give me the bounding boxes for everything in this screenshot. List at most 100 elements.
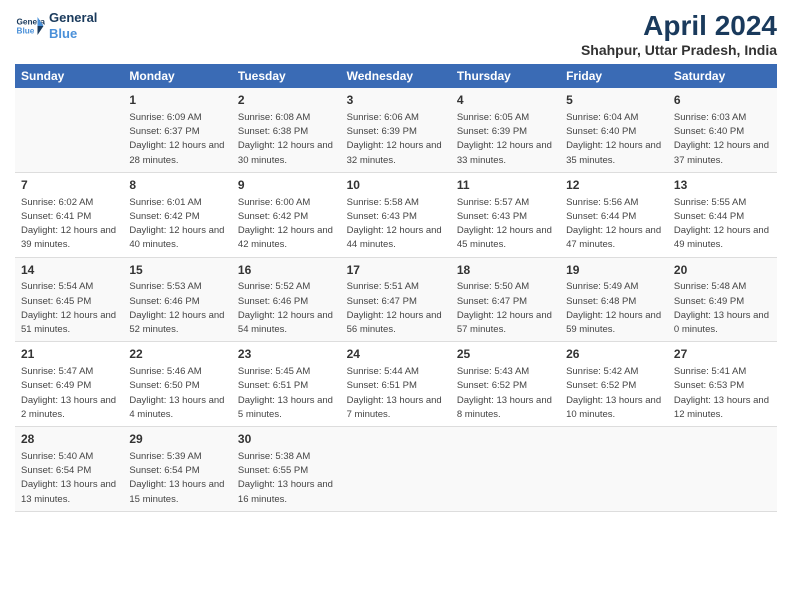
day-number: 19: [566, 262, 662, 279]
day-number: 22: [129, 346, 226, 363]
day-detail: Sunrise: 5:49 AMSunset: 6:48 PMDaylight:…: [566, 281, 661, 335]
day-cell: 6 Sunrise: 6:03 AMSunset: 6:40 PMDayligh…: [668, 88, 777, 172]
day-detail: Sunrise: 5:45 AMSunset: 6:51 PMDaylight:…: [238, 366, 333, 420]
header: General Blue General Blue April 2024 Sha…: [15, 10, 777, 58]
day-cell: 21 Sunrise: 5:47 AMSunset: 6:49 PMDaylig…: [15, 342, 123, 427]
day-detail: Sunrise: 5:39 AMSunset: 6:54 PMDaylight:…: [129, 451, 224, 505]
day-cell: 2 Sunrise: 6:08 AMSunset: 6:38 PMDayligh…: [232, 88, 341, 172]
day-detail: Sunrise: 5:58 AMSunset: 6:43 PMDaylight:…: [347, 197, 442, 251]
col-header-monday: Monday: [123, 64, 232, 88]
day-cell: 18 Sunrise: 5:50 AMSunset: 6:47 PMDaylig…: [451, 257, 560, 342]
day-cell: 13 Sunrise: 5:55 AMSunset: 6:44 PMDaylig…: [668, 172, 777, 257]
day-cell: 30 Sunrise: 5:38 AMSunset: 6:55 PMDaylig…: [232, 427, 341, 512]
day-detail: Sunrise: 5:53 AMSunset: 6:46 PMDaylight:…: [129, 281, 224, 335]
day-detail: Sunrise: 6:08 AMSunset: 6:38 PMDaylight:…: [238, 112, 333, 166]
day-cell: 25 Sunrise: 5:43 AMSunset: 6:52 PMDaylig…: [451, 342, 560, 427]
day-cell: 8 Sunrise: 6:01 AMSunset: 6:42 PMDayligh…: [123, 172, 232, 257]
col-header-friday: Friday: [560, 64, 668, 88]
day-number: 4: [457, 92, 554, 109]
day-number: 29: [129, 431, 226, 448]
day-cell: 28 Sunrise: 5:40 AMSunset: 6:54 PMDaylig…: [15, 427, 123, 512]
day-cell: 24 Sunrise: 5:44 AMSunset: 6:51 PMDaylig…: [341, 342, 451, 427]
day-detail: Sunrise: 5:50 AMSunset: 6:47 PMDaylight:…: [457, 281, 552, 335]
day-number: 13: [674, 177, 771, 194]
day-cell: [560, 427, 668, 512]
day-detail: Sunrise: 5:48 AMSunset: 6:49 PMDaylight:…: [674, 281, 769, 335]
week-row-0: 1 Sunrise: 6:09 AMSunset: 6:37 PMDayligh…: [15, 88, 777, 172]
day-cell: 27 Sunrise: 5:41 AMSunset: 6:53 PMDaylig…: [668, 342, 777, 427]
day-cell: 26 Sunrise: 5:42 AMSunset: 6:52 PMDaylig…: [560, 342, 668, 427]
day-cell: 1 Sunrise: 6:09 AMSunset: 6:37 PMDayligh…: [123, 88, 232, 172]
day-detail: Sunrise: 5:57 AMSunset: 6:43 PMDaylight:…: [457, 197, 552, 251]
week-row-3: 21 Sunrise: 5:47 AMSunset: 6:49 PMDaylig…: [15, 342, 777, 427]
day-cell: 5 Sunrise: 6:04 AMSunset: 6:40 PMDayligh…: [560, 88, 668, 172]
col-header-saturday: Saturday: [668, 64, 777, 88]
week-row-2: 14 Sunrise: 5:54 AMSunset: 6:45 PMDaylig…: [15, 257, 777, 342]
day-number: 24: [347, 346, 445, 363]
day-detail: Sunrise: 5:51 AMSunset: 6:47 PMDaylight:…: [347, 281, 442, 335]
day-detail: Sunrise: 5:41 AMSunset: 6:53 PMDaylight:…: [674, 366, 769, 420]
day-detail: Sunrise: 5:52 AMSunset: 6:46 PMDaylight:…: [238, 281, 333, 335]
col-header-wednesday: Wednesday: [341, 64, 451, 88]
day-detail: Sunrise: 5:44 AMSunset: 6:51 PMDaylight:…: [347, 366, 442, 420]
logo-text-line1: General: [49, 10, 97, 26]
day-number: 23: [238, 346, 335, 363]
day-number: 27: [674, 346, 771, 363]
day-number: 17: [347, 262, 445, 279]
day-detail: Sunrise: 5:42 AMSunset: 6:52 PMDaylight:…: [566, 366, 661, 420]
day-number: 30: [238, 431, 335, 448]
day-number: 11: [457, 177, 554, 194]
day-number: 15: [129, 262, 226, 279]
day-detail: Sunrise: 6:02 AMSunset: 6:41 PMDaylight:…: [21, 197, 116, 251]
day-cell: [668, 427, 777, 512]
week-row-1: 7 Sunrise: 6:02 AMSunset: 6:41 PMDayligh…: [15, 172, 777, 257]
subtitle: Shahpur, Uttar Pradesh, India: [581, 42, 777, 58]
day-number: 26: [566, 346, 662, 363]
day-detail: Sunrise: 6:01 AMSunset: 6:42 PMDaylight:…: [129, 197, 224, 251]
day-number: 18: [457, 262, 554, 279]
day-cell: 7 Sunrise: 6:02 AMSunset: 6:41 PMDayligh…: [15, 172, 123, 257]
day-detail: Sunrise: 6:00 AMSunset: 6:42 PMDaylight:…: [238, 197, 333, 251]
day-cell: 17 Sunrise: 5:51 AMSunset: 6:47 PMDaylig…: [341, 257, 451, 342]
day-number: 2: [238, 92, 335, 109]
day-detail: Sunrise: 6:03 AMSunset: 6:40 PMDaylight:…: [674, 112, 769, 166]
day-number: 21: [21, 346, 117, 363]
day-number: 9: [238, 177, 335, 194]
day-detail: Sunrise: 5:54 AMSunset: 6:45 PMDaylight:…: [21, 281, 116, 335]
day-cell: 3 Sunrise: 6:06 AMSunset: 6:39 PMDayligh…: [341, 88, 451, 172]
day-number: 25: [457, 346, 554, 363]
day-number: 5: [566, 92, 662, 109]
day-cell: [15, 88, 123, 172]
col-header-thursday: Thursday: [451, 64, 560, 88]
day-number: 14: [21, 262, 117, 279]
day-cell: 14 Sunrise: 5:54 AMSunset: 6:45 PMDaylig…: [15, 257, 123, 342]
day-cell: 9 Sunrise: 6:00 AMSunset: 6:42 PMDayligh…: [232, 172, 341, 257]
day-cell: 12 Sunrise: 5:56 AMSunset: 6:44 PMDaylig…: [560, 172, 668, 257]
day-cell: 16 Sunrise: 5:52 AMSunset: 6:46 PMDaylig…: [232, 257, 341, 342]
day-number: 28: [21, 431, 117, 448]
col-header-tuesday: Tuesday: [232, 64, 341, 88]
day-detail: Sunrise: 5:46 AMSunset: 6:50 PMDaylight:…: [129, 366, 224, 420]
day-cell: 10 Sunrise: 5:58 AMSunset: 6:43 PMDaylig…: [341, 172, 451, 257]
day-number: 8: [129, 177, 226, 194]
main-title: April 2024: [581, 10, 777, 42]
day-cell: 22 Sunrise: 5:46 AMSunset: 6:50 PMDaylig…: [123, 342, 232, 427]
day-detail: Sunrise: 6:04 AMSunset: 6:40 PMDaylight:…: [566, 112, 661, 166]
day-cell: 29 Sunrise: 5:39 AMSunset: 6:54 PMDaylig…: [123, 427, 232, 512]
day-cell: 15 Sunrise: 5:53 AMSunset: 6:46 PMDaylig…: [123, 257, 232, 342]
main-container: General Blue General Blue April 2024 Sha…: [0, 0, 792, 522]
day-number: 16: [238, 262, 335, 279]
day-number: 6: [674, 92, 771, 109]
header-row: SundayMondayTuesdayWednesdayThursdayFrid…: [15, 64, 777, 88]
title-block: April 2024 Shahpur, Uttar Pradesh, India: [581, 10, 777, 58]
day-number: 20: [674, 262, 771, 279]
day-detail: Sunrise: 5:38 AMSunset: 6:55 PMDaylight:…: [238, 451, 333, 505]
day-detail: Sunrise: 5:43 AMSunset: 6:52 PMDaylight:…: [457, 366, 552, 420]
day-cell: 11 Sunrise: 5:57 AMSunset: 6:43 PMDaylig…: [451, 172, 560, 257]
logo-icon: General Blue: [15, 11, 45, 41]
day-cell: 19 Sunrise: 5:49 AMSunset: 6:48 PMDaylig…: [560, 257, 668, 342]
calendar-table: SundayMondayTuesdayWednesdayThursdayFrid…: [15, 64, 777, 512]
day-cell: 20 Sunrise: 5:48 AMSunset: 6:49 PMDaylig…: [668, 257, 777, 342]
day-detail: Sunrise: 5:55 AMSunset: 6:44 PMDaylight:…: [674, 197, 769, 251]
day-cell: [341, 427, 451, 512]
